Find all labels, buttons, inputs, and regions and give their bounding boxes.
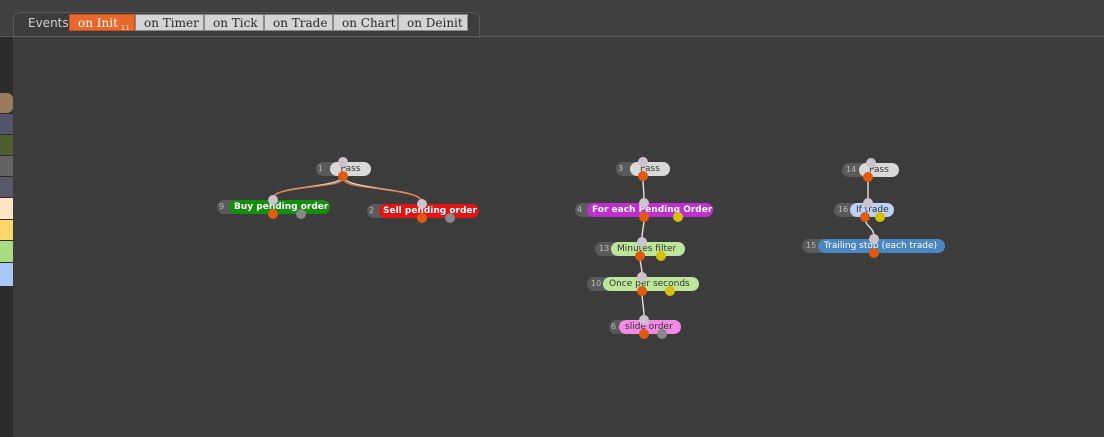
node-label: Minutes filter [617,244,677,254]
false-output-port[interactable] [875,212,885,222]
secondary-output-port[interactable] [296,209,306,219]
node-id: 9 [219,202,225,211]
false-output-port[interactable] [656,251,666,261]
input-port[interactable] [338,157,348,167]
workflow-canvas[interactable] [0,0,1104,437]
input-port[interactable] [637,272,647,282]
input-port[interactable] [863,198,873,208]
node-id: 3 [618,164,624,173]
input-port[interactable] [639,198,649,208]
false-output-port[interactable] [673,212,683,222]
output-port[interactable] [417,213,427,223]
output-port[interactable] [860,212,870,222]
node-id: 10 [591,279,602,288]
false-output-port[interactable] [665,286,675,296]
node-id: 14 [846,165,857,174]
output-port[interactable] [338,171,348,181]
node-id: 2 [369,206,375,215]
node-id: 13 [599,244,610,253]
connector-line-highlight [272,178,344,199]
input-port[interactable] [637,237,647,247]
input-port[interactable] [869,234,879,244]
node-label: Buy pending order [234,202,329,212]
input-port[interactable] [417,199,427,209]
output-port[interactable] [869,248,879,258]
input-port[interactable] [638,157,648,167]
node-id: 1 [318,164,324,173]
node-id: 6 [611,322,617,331]
output-port[interactable] [637,286,647,296]
node-label: Once per seconds [609,279,690,289]
output-port[interactable] [863,172,873,182]
node-id: 15 [806,241,817,250]
input-port[interactable] [866,158,876,168]
node-label: Sell pending order [383,206,477,216]
connector-line-highlight [342,178,423,203]
output-port[interactable] [638,171,648,181]
node-id: 4 [577,205,583,214]
node-id: 16 [838,205,849,214]
output-port[interactable] [639,329,649,339]
node-label: For each Pending Order [592,205,713,215]
output-port[interactable] [635,251,645,261]
node-label: Trailing stop (each trade) [824,241,938,251]
output-port[interactable] [639,212,649,222]
input-port[interactable] [639,315,649,325]
secondary-output-port[interactable] [657,329,667,339]
input-port[interactable] [268,195,278,205]
secondary-output-port[interactable] [445,213,455,223]
output-port[interactable] [268,209,278,219]
